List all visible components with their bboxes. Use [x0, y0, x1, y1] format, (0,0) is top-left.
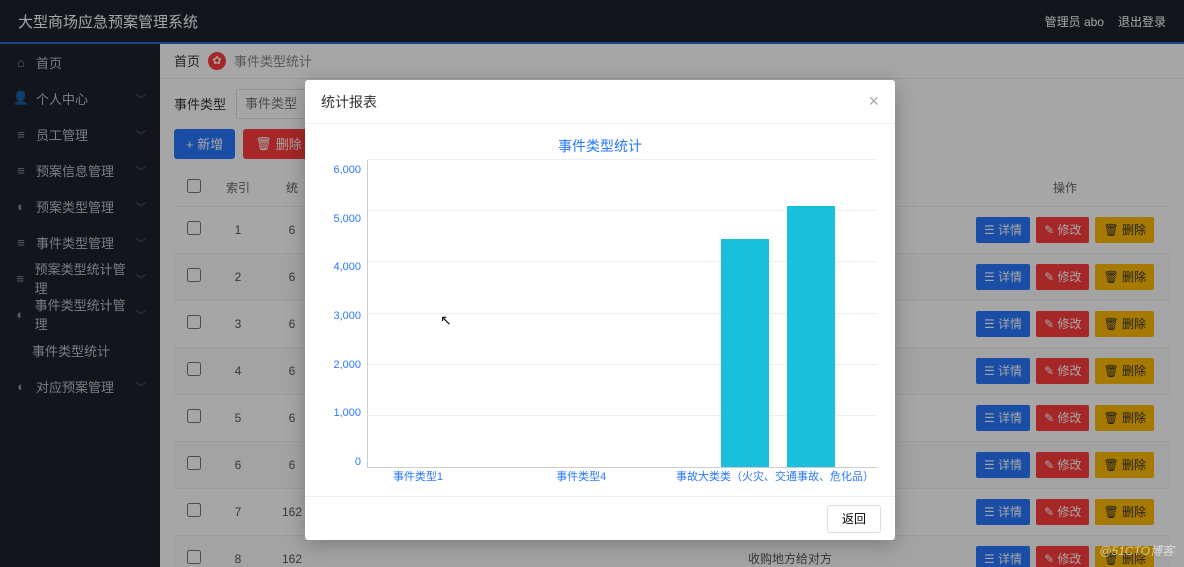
x-tick: 事故大类类（火灾、交通事故、危化品）: [676, 468, 874, 484]
x-tick: 事件类型1: [393, 468, 443, 484]
x-axis-labels: 事件类型1 事件类型4 事故大类类（火灾、交通事故、危化品）: [367, 468, 877, 486]
watermark: @51CTO博客: [1099, 542, 1174, 559]
close-icon[interactable]: ×: [868, 91, 879, 112]
y-tick: 0: [355, 456, 361, 468]
chart-modal: 统计报表 × 事件类型统计 6,000 5,000 4,000 3,000 2,000 1…: [305, 80, 895, 540]
y-tick: 5,000: [333, 213, 361, 225]
chart-bar[interactable]: [787, 206, 835, 467]
back-button[interactable]: 返回: [827, 505, 881, 533]
modal-title: 统计报表: [321, 92, 377, 112]
y-tick: 3,000: [333, 310, 361, 322]
y-tick: 2,000: [333, 359, 361, 371]
chart-bar[interactable]: [721, 239, 769, 467]
y-tick: 6,000: [333, 164, 361, 176]
y-axis: 6,000 5,000 4,000 3,000 2,000 1,000 0: [323, 160, 367, 492]
plot-area: [367, 160, 877, 468]
chart-title: 事件类型统计: [323, 136, 877, 156]
chart-area: 6,0005,0004,0003,0002,0001,0000 事件类型1事件类…: [323, 160, 877, 492]
x-tick: 事件类型4: [556, 468, 606, 484]
y-tick: 1,000: [333, 407, 361, 419]
y-tick: 4,000: [333, 261, 361, 273]
